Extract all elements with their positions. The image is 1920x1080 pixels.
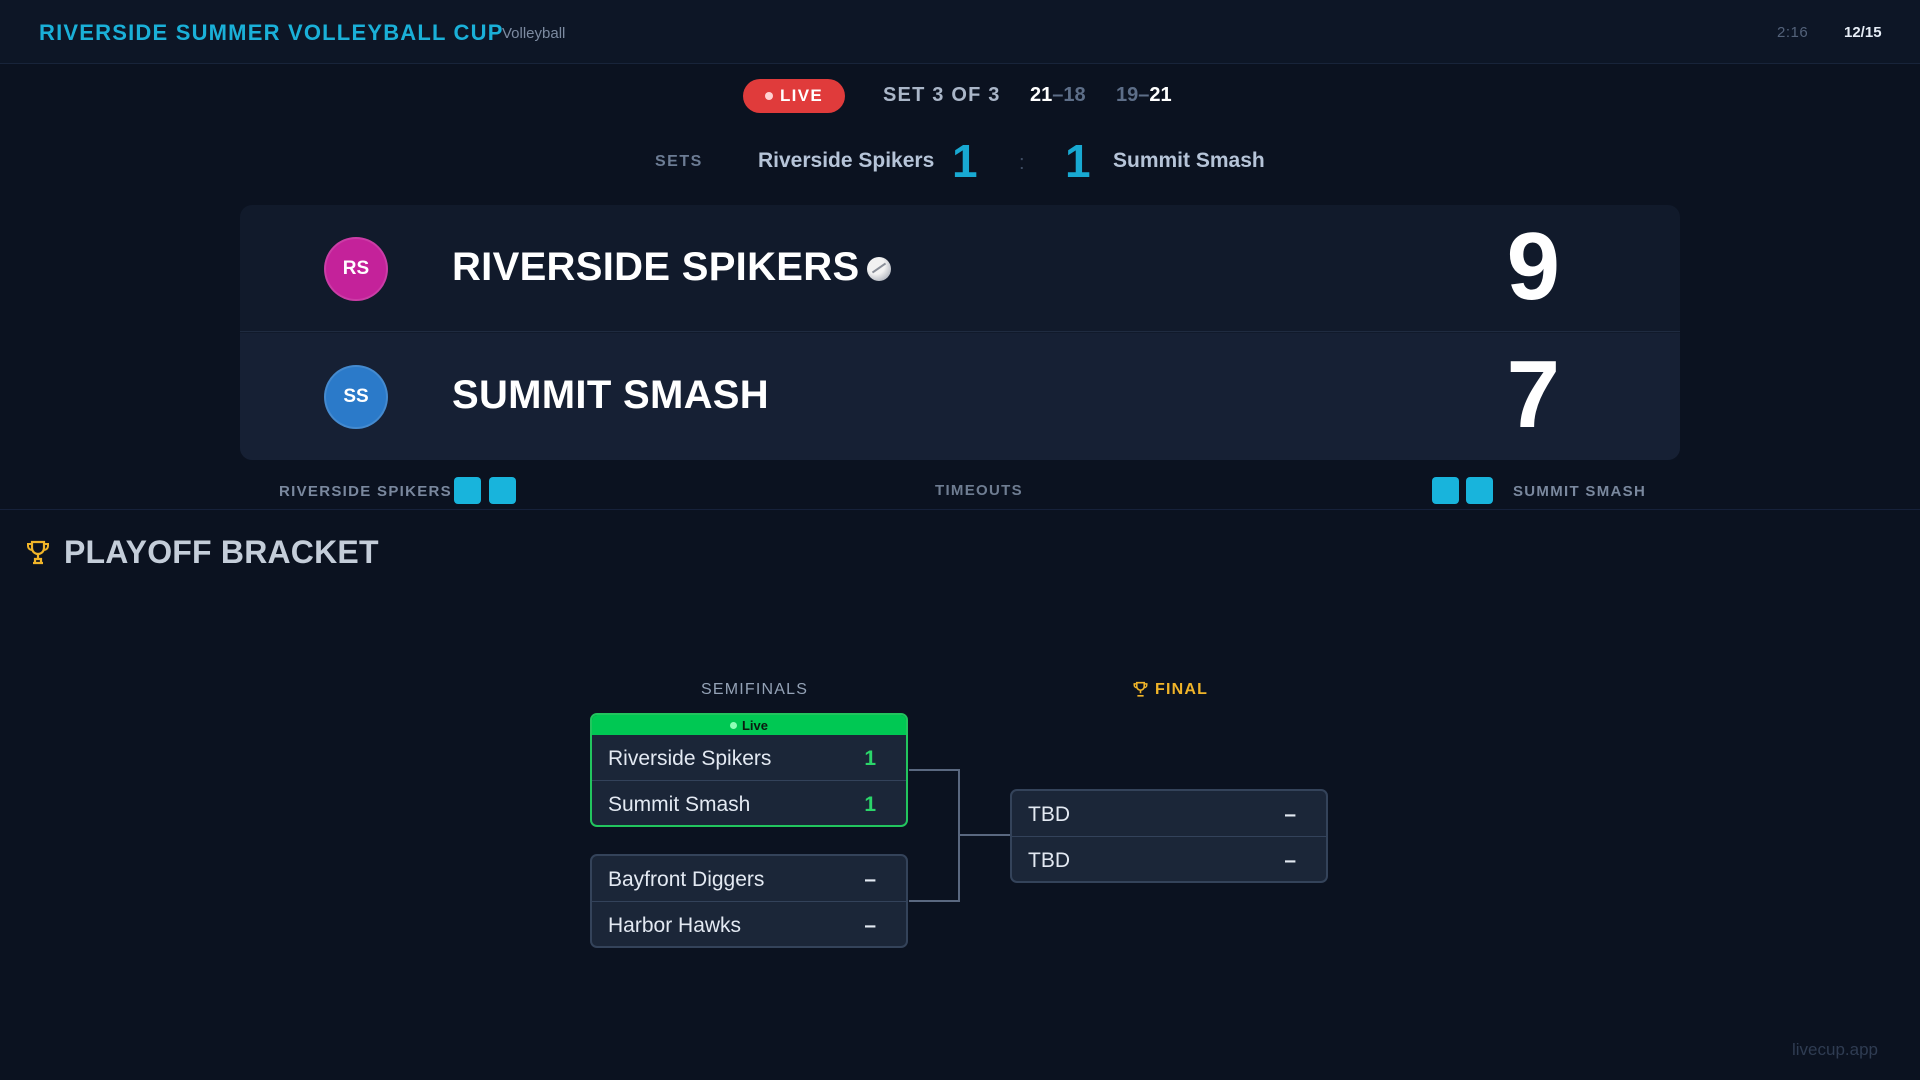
home-score: 9: [1506, 213, 1560, 320]
match-team-row: Summit Smash 1: [592, 780, 906, 825]
sets-separator: :: [1019, 152, 1025, 174]
sets-home-name: Riverside Spikers: [758, 149, 935, 172]
semifinals-label: SEMIFINALS: [701, 681, 809, 698]
match-team-name: Summit Smash: [608, 793, 751, 816]
match-team-score: –: [864, 914, 876, 937]
final-card[interactable]: TBD – TBD –: [1010, 789, 1328, 883]
bracket-title: PLAYOFF BRACKET: [64, 534, 379, 570]
match-team-score: –: [864, 868, 876, 891]
final-label: FINAL: [1155, 681, 1209, 698]
section-divider: [0, 509, 1920, 510]
semifinal-1-card[interactable]: Live Riverside Spikers 1 Summit Smash 1: [590, 713, 908, 827]
sets-home-count: 1: [952, 135, 978, 187]
sets-label: SETS: [655, 153, 703, 170]
final-trophy-icon: [1133, 681, 1148, 697]
match-team-row: TBD –: [1012, 791, 1326, 836]
tournament-title: RIVERSIDE SUMMER VOLLEYBALL CUP: [39, 20, 504, 45]
top-bar: RIVERSIDE SUMMER VOLLEYBALL CUP Volleyba…: [0, 0, 1920, 64]
sets-away-count: 1: [1065, 135, 1091, 187]
match-team-row: Bayfront Diggers –: [592, 856, 906, 901]
timeouts-home-name: RIVERSIDE SPIKERS: [279, 483, 452, 500]
home-timeout-indicator: [489, 477, 516, 504]
away-avatar: SS: [324, 365, 388, 429]
sets-away-name: Summit Smash: [1113, 149, 1265, 172]
home-timeout-indicator: [454, 477, 481, 504]
home-team-row: RS RIVERSIDE SPIKERS 9: [240, 205, 1680, 332]
match-team-name: Riverside Spikers: [608, 747, 772, 770]
live-dot-icon: [765, 92, 773, 100]
match-team-name: TBD: [1028, 803, 1070, 826]
footer-site[interactable]: livecup.app: [1792, 1040, 1878, 1060]
away-timeout-indicator: [1432, 477, 1459, 504]
match-team-name: TBD: [1028, 849, 1070, 872]
match-team-score: –: [1284, 849, 1296, 872]
bracket-connector: [909, 769, 960, 771]
away-timeout-indicator: [1466, 477, 1493, 504]
timeouts-label: TIMEOUTS: [935, 482, 1023, 499]
live-badge: LIVE: [743, 79, 845, 113]
live-dot-icon: [729, 721, 737, 729]
semifinal-2-card[interactable]: Bayfront Diggers – Harbor Hawks –: [590, 854, 908, 948]
current-set-label: SET 3 OF 3: [883, 84, 1001, 106]
home-team-name: RIVERSIDE SPIKERS: [452, 245, 860, 289]
timeouts-away-name: SUMMIT SMASH: [1513, 483, 1647, 500]
trophy-icon: [27, 540, 49, 565]
away-team-row: SS SUMMIT SMASH 7: [240, 333, 1680, 460]
scoreboard: RS RIVERSIDE SPIKERS 9 SS SUMMIT SMASH 7: [240, 205, 1680, 460]
match-team-score: 1: [864, 747, 876, 770]
match-team-score: –: [1284, 803, 1296, 826]
date: 12/15: [1844, 24, 1882, 41]
set-2-score: 19–21: [1116, 84, 1172, 106]
away-score: 7: [1506, 341, 1560, 448]
bracket-connector: [958, 834, 1010, 836]
match-live-banner: Live: [592, 715, 906, 735]
match-team-name: Harbor Hawks: [608, 914, 742, 937]
home-avatar: RS: [324, 237, 388, 301]
volleyball-serve-icon: [867, 257, 891, 281]
match-team-score: 1: [864, 793, 876, 816]
match-team-row: Harbor Hawks –: [592, 901, 906, 946]
sport-label: Volleyball: [502, 25, 566, 42]
bracket-connector: [909, 900, 960, 902]
match-team-name: Bayfront Diggers: [608, 868, 765, 891]
match-team-row: Riverside Spikers 1: [592, 735, 906, 780]
away-team-name: SUMMIT SMASH: [452, 373, 769, 417]
set-1-score: 21–18: [1030, 84, 1086, 106]
clock: 2:16: [1777, 24, 1809, 41]
match-team-row: TBD –: [1012, 836, 1326, 881]
